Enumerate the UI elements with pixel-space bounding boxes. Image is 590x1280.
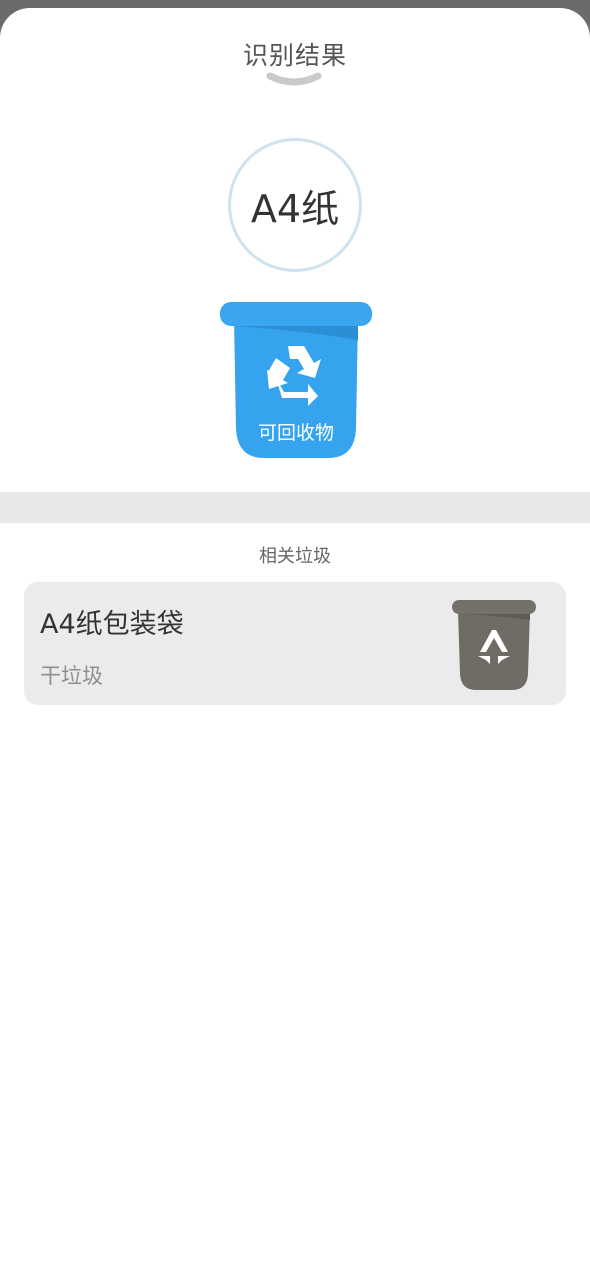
sheet-title: 识别结果	[242, 41, 347, 70]
related-item-card[interactable]: A4纸包装袋 干垃圾	[24, 582, 566, 705]
related-item-name: A4纸包装袋	[40, 609, 184, 640]
related-section-title: 相关垃圾	[259, 546, 331, 567]
collapse-chevron-icon[interactable]	[266, 70, 322, 90]
related-item-category: 干垃圾	[40, 664, 103, 688]
result-sheet: 识别结果 A4纸 可回收物 相关垃圾 A4纸包装袋 干垃圾	[0, 8, 590, 1280]
result-item-circle: A4纸	[228, 138, 362, 272]
section-divider	[0, 492, 590, 523]
result-item-name: A4纸	[250, 186, 340, 231]
category-label: 可回收物	[257, 422, 334, 444]
dry-waste-bin-icon	[450, 598, 538, 692]
